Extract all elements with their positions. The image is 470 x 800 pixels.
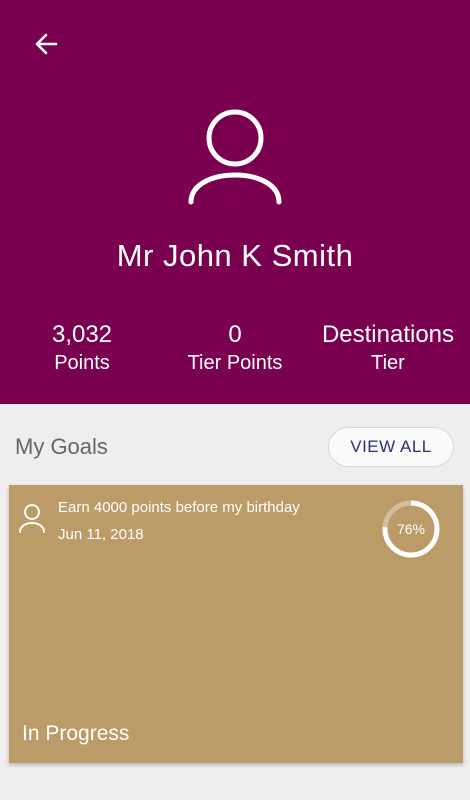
back-button[interactable]	[28, 26, 64, 62]
goal-card[interactable]: Earn 4000 points before my birthday Jun …	[9, 485, 463, 763]
user-outline-icon	[19, 504, 45, 533]
goal-date: Jun 11, 2018	[58, 526, 144, 543]
tier-points-label: Tier Points	[187, 352, 283, 374]
goal-description: Earn 4000 points before my birthday	[58, 499, 300, 516]
tier-points-stat: 0 Tier Points	[157, 320, 313, 376]
points-stat: 3,032 Points	[4, 320, 160, 376]
tier-stat: Destinations Tier	[310, 320, 466, 376]
goal-status: In Progress	[22, 722, 130, 745]
points-value: 3,032	[51, 321, 113, 348]
arrow-left-icon	[35, 33, 58, 55]
tier-label: Tier	[371, 352, 405, 374]
points-label: Points	[54, 352, 110, 374]
tier-value: Destinations	[321, 321, 455, 348]
view-all-button[interactable]: VIEW ALL	[328, 427, 454, 467]
progress-percent: 76%	[396, 521, 426, 537]
tier-points-value: 0	[228, 321, 242, 348]
my-goals-heading: My Goals	[15, 434, 108, 459]
profile-header: Mr John K Smith 3,032 Points 0 Tier Poin…	[0, 0, 470, 404]
user-outline-icon	[188, 109, 282, 205]
member-name: Mr John K Smith	[116, 238, 354, 273]
